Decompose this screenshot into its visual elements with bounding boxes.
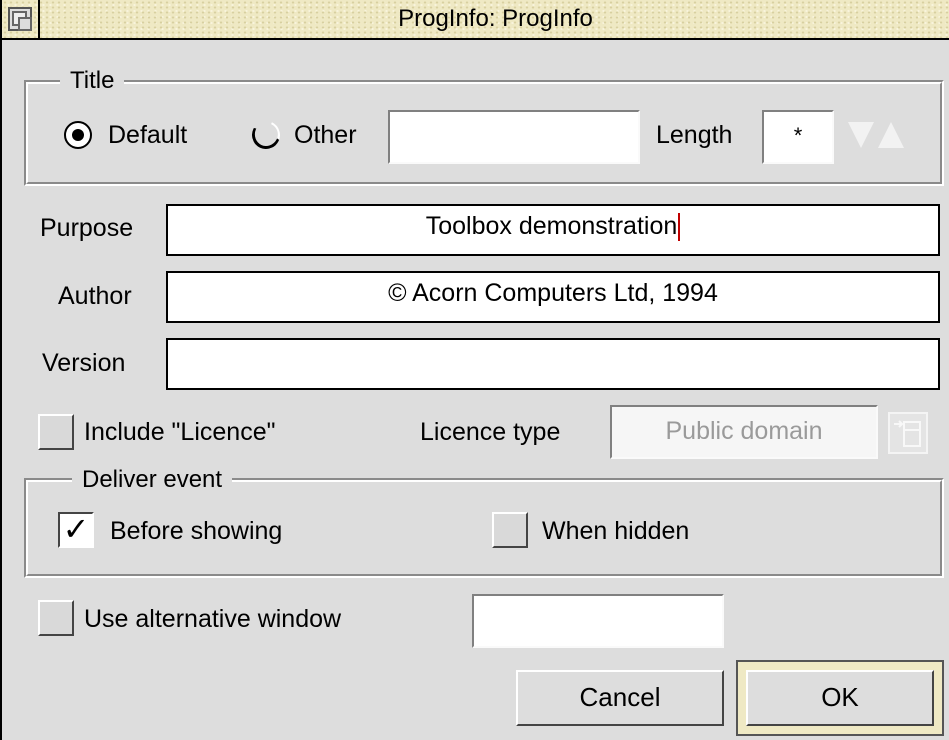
include-licence-checkbox[interactable] (38, 414, 74, 450)
title-bar[interactable]: ProgInfo: ProgInfo (2, 0, 949, 40)
default-radio-label[interactable]: Default (108, 120, 187, 150)
when-hidden-checkbox[interactable] (492, 512, 528, 548)
length-label: Length (656, 121, 733, 149)
deliver-event-label: Deliver event (72, 467, 233, 493)
other-radio-label[interactable]: Other (294, 120, 357, 150)
window-back-icon[interactable] (8, 7, 32, 31)
author-input[interactable]: © Acorn Computers Ltd, 1994 (166, 271, 940, 323)
other-title-input[interactable] (388, 110, 640, 164)
ok-button[interactable]: OK (746, 670, 934, 726)
version-label: Version (42, 349, 126, 377)
purpose-label: Purpose (40, 214, 134, 242)
alt-window-checkbox[interactable] (38, 600, 74, 636)
popup-menu-icon[interactable] (888, 412, 928, 454)
purpose-input[interactable]: Toolbox demonstration (166, 204, 940, 256)
arrow-down-icon[interactable] (848, 122, 874, 148)
window-title: ProgInfo: ProgInfo (398, 5, 593, 32)
title-frame-label: Title (60, 68, 125, 94)
length-input[interactable]: * (762, 110, 834, 164)
purpose-value: Toolbox demonstration (425, 212, 678, 240)
when-hidden-label[interactable]: When hidden (542, 516, 689, 546)
proginfo-dialog: ProgInfo: ProgInfo Title Default Other L… (0, 0, 949, 740)
version-input[interactable] (166, 338, 940, 390)
alt-window-label[interactable]: Use alternative window (84, 604, 341, 634)
alt-window-input[interactable] (472, 594, 724, 648)
before-showing-checkbox[interactable]: ✓ (58, 512, 94, 548)
arrow-up-icon[interactable] (878, 122, 904, 148)
licence-type-label: Licence type (420, 418, 561, 446)
text-caret (678, 213, 681, 242)
cancel-button[interactable]: Cancel (516, 670, 724, 726)
author-label: Author (58, 282, 132, 310)
before-showing-label[interactable]: Before showing (110, 516, 282, 546)
licence-type-display: Public domain (610, 405, 878, 459)
default-radio[interactable] (64, 121, 92, 149)
include-licence-label[interactable]: Include "Licence" (84, 417, 275, 447)
